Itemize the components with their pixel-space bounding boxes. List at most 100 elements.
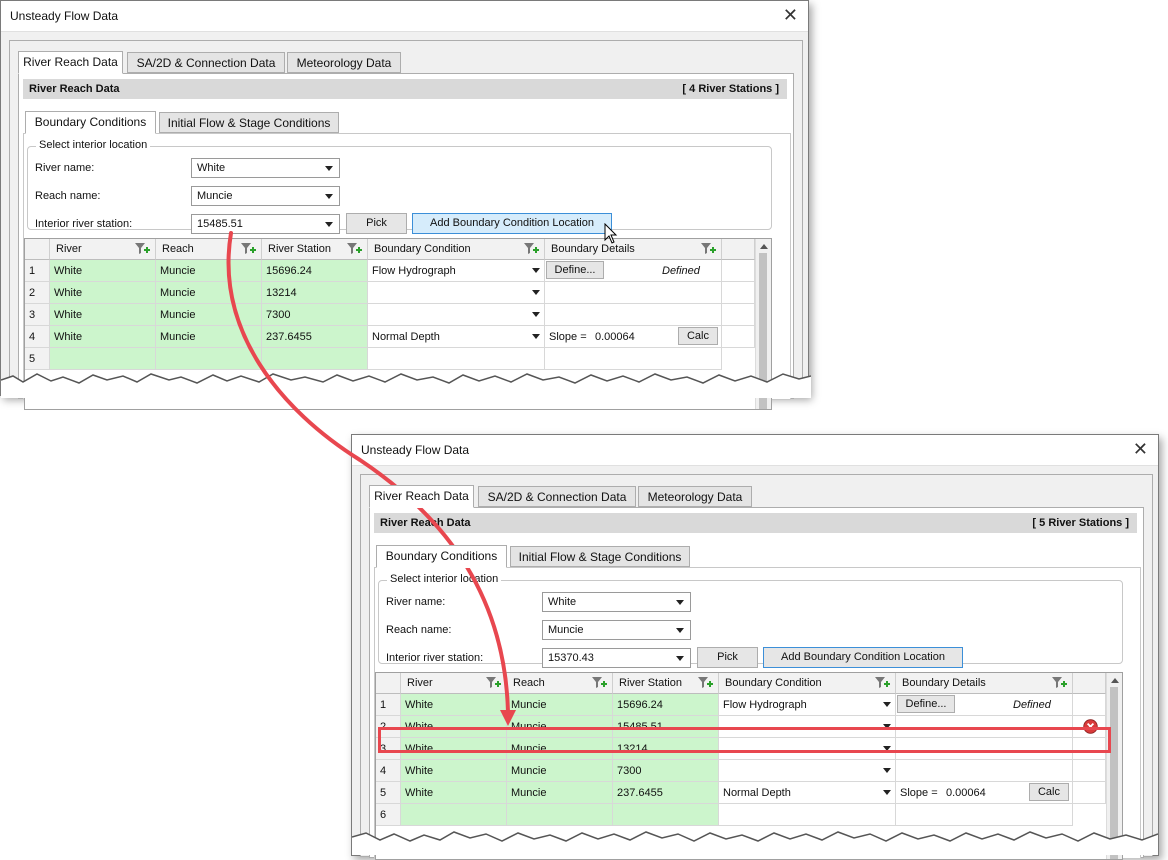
cell-river-station[interactable]: 7300 xyxy=(262,304,368,326)
cell-boundary-condition-dropdown[interactable]: Normal Depth xyxy=(368,326,545,348)
filter-add-icon[interactable] xyxy=(240,242,256,256)
close-icon[interactable]: ✕ xyxy=(783,6,798,24)
filter-add-icon[interactable] xyxy=(874,676,890,690)
scroll-up-icon[interactable] xyxy=(1111,678,1119,683)
cell-reach[interactable]: Muncie xyxy=(507,694,613,716)
column-header-boundary-details[interactable]: Boundary Details xyxy=(545,239,722,260)
cell-reach[interactable]: Muncie xyxy=(156,304,262,326)
cell-boundary-details xyxy=(545,304,722,326)
filter-add-icon[interactable] xyxy=(697,676,713,690)
cell-boundary-condition-dropdown[interactable] xyxy=(719,760,896,782)
cell-river[interactable]: White xyxy=(401,782,507,804)
cell-river-station[interactable]: 7300 xyxy=(613,760,719,782)
pick-button[interactable]: Pick xyxy=(346,213,407,234)
tab-river-reach-data[interactable]: River Reach Data xyxy=(18,51,123,74)
calc-button[interactable]: Calc xyxy=(1029,783,1069,801)
filter-add-icon[interactable] xyxy=(1051,676,1067,690)
river-name-dropdown[interactable]: White xyxy=(191,158,340,178)
column-header-river[interactable]: River xyxy=(50,239,156,260)
column-header-boundary-condition[interactable]: Boundary Condition xyxy=(368,239,545,260)
cell-river[interactable]: White xyxy=(50,260,156,282)
cell-river[interactable]: White xyxy=(401,694,507,716)
tab-boundary-conditions[interactable]: Boundary Conditions xyxy=(376,545,507,568)
cell-river[interactable]: White xyxy=(50,326,156,348)
add-boundary-condition-location-button[interactable]: Add Boundary Condition Location xyxy=(763,647,963,668)
reach-name-dropdown[interactable]: Muncie xyxy=(542,620,691,640)
cell-river-station[interactable]: 15696.24 xyxy=(613,694,719,716)
column-header-river-station[interactable]: River Station xyxy=(613,673,719,694)
cell-river-station[interactable]: 237.6455 xyxy=(613,782,719,804)
add-boundary-condition-location-button[interactable]: Add Boundary Condition Location xyxy=(412,213,612,234)
column-label: River xyxy=(56,243,82,255)
cell-reach[interactable] xyxy=(507,804,613,826)
cell-river-station[interactable]: 15696.24 xyxy=(262,260,368,282)
filter-add-icon[interactable] xyxy=(346,242,362,256)
cell-river[interactable]: White xyxy=(50,282,156,304)
tab-initial-flow-stage[interactable]: Initial Flow & Stage Conditions xyxy=(510,546,690,567)
window-title: Unsteady Flow Data xyxy=(10,9,119,23)
filter-add-icon[interactable] xyxy=(700,242,716,256)
column-header-reach[interactable]: Reach xyxy=(156,239,262,260)
cell-reach[interactable]: Muncie xyxy=(507,760,613,782)
cell-reach[interactable]: Muncie xyxy=(156,326,262,348)
tab-meteorology-data[interactable]: Meteorology Data xyxy=(287,52,401,73)
interior-station-dropdown[interactable]: 15370.43 xyxy=(542,648,691,668)
define-button[interactable]: Define... xyxy=(546,261,604,279)
interior-station-label: Interior river station: xyxy=(35,218,133,230)
cell-river-station[interactable] xyxy=(613,804,719,826)
cell-action xyxy=(722,260,755,282)
title-bar: Unsteady Flow Data ✕ xyxy=(1,1,808,32)
filter-add-icon[interactable] xyxy=(591,676,607,690)
cell-river[interactable] xyxy=(401,804,507,826)
close-icon[interactable]: ✕ xyxy=(1133,440,1148,458)
filter-add-icon[interactable] xyxy=(485,676,501,690)
column-label: Boundary Details xyxy=(551,243,635,255)
tab-boundary-conditions[interactable]: Boundary Conditions xyxy=(25,111,156,134)
row-number: 4 xyxy=(25,326,50,348)
mouse-cursor-icon xyxy=(604,223,618,244)
cell-river-station[interactable]: 237.6455 xyxy=(262,326,368,348)
cell-boundary-condition-dropdown[interactable] xyxy=(368,282,545,304)
row-number-header xyxy=(25,239,50,260)
column-header-river[interactable]: River xyxy=(401,673,507,694)
chevron-down-icon xyxy=(676,600,684,605)
tab-sa2d-connection-data[interactable]: SA/2D & Connection Data xyxy=(478,486,636,507)
column-header-boundary-condition[interactable]: Boundary Condition xyxy=(719,673,896,694)
reach-name-value: Muncie xyxy=(548,624,584,636)
cell-action xyxy=(722,282,755,304)
section-header: River Reach Data [ 5 River Stations ] xyxy=(374,513,1137,533)
river-name-label: River name: xyxy=(386,596,446,608)
chevron-down-icon xyxy=(883,702,891,707)
cell-boundary-condition-dropdown[interactable]: Flow Hydrograph xyxy=(368,260,545,282)
column-header-river-station[interactable]: River Station xyxy=(262,239,368,260)
scroll-up-icon[interactable] xyxy=(760,244,768,249)
cell-boundary-condition-dropdown[interactable]: Normal Depth xyxy=(719,782,896,804)
section-title: River Reach Data xyxy=(29,83,120,95)
filter-add-icon[interactable] xyxy=(523,242,539,256)
tab-river-reach-data[interactable]: River Reach Data xyxy=(369,485,474,508)
pick-button[interactable]: Pick xyxy=(697,647,758,668)
tab-initial-flow-stage[interactable]: Initial Flow & Stage Conditions xyxy=(159,112,339,133)
reach-name-dropdown[interactable]: Muncie xyxy=(191,186,340,206)
calc-button[interactable]: Calc xyxy=(678,327,718,345)
reach-name-label: Reach name: xyxy=(386,624,452,636)
cell-action xyxy=(1073,782,1106,804)
river-name-dropdown[interactable]: White xyxy=(542,592,691,612)
interior-station-dropdown[interactable]: 15485.51 xyxy=(191,214,340,234)
filter-add-icon[interactable] xyxy=(134,242,150,256)
cell-boundary-condition[interactable] xyxy=(719,804,896,826)
tab-meteorology-data[interactable]: Meteorology Data xyxy=(638,486,752,507)
cell-reach[interactable]: Muncie xyxy=(156,260,262,282)
boundary-conditions-panel: Select interior location River name: Whi… xyxy=(23,133,791,410)
column-header-boundary-details[interactable]: Boundary Details xyxy=(896,673,1073,694)
cell-reach[interactable]: Muncie xyxy=(156,282,262,304)
define-button[interactable]: Define... xyxy=(897,695,955,713)
cell-reach[interactable]: Muncie xyxy=(507,782,613,804)
cell-boundary-condition-dropdown[interactable]: Flow Hydrograph xyxy=(719,694,896,716)
column-header-reach[interactable]: Reach xyxy=(507,673,613,694)
cell-boundary-condition-dropdown[interactable] xyxy=(368,304,545,326)
cell-river[interactable]: White xyxy=(50,304,156,326)
tab-sa2d-connection-data[interactable]: SA/2D & Connection Data xyxy=(127,52,285,73)
cell-river[interactable]: White xyxy=(401,760,507,782)
cell-river-station[interactable]: 13214 xyxy=(262,282,368,304)
